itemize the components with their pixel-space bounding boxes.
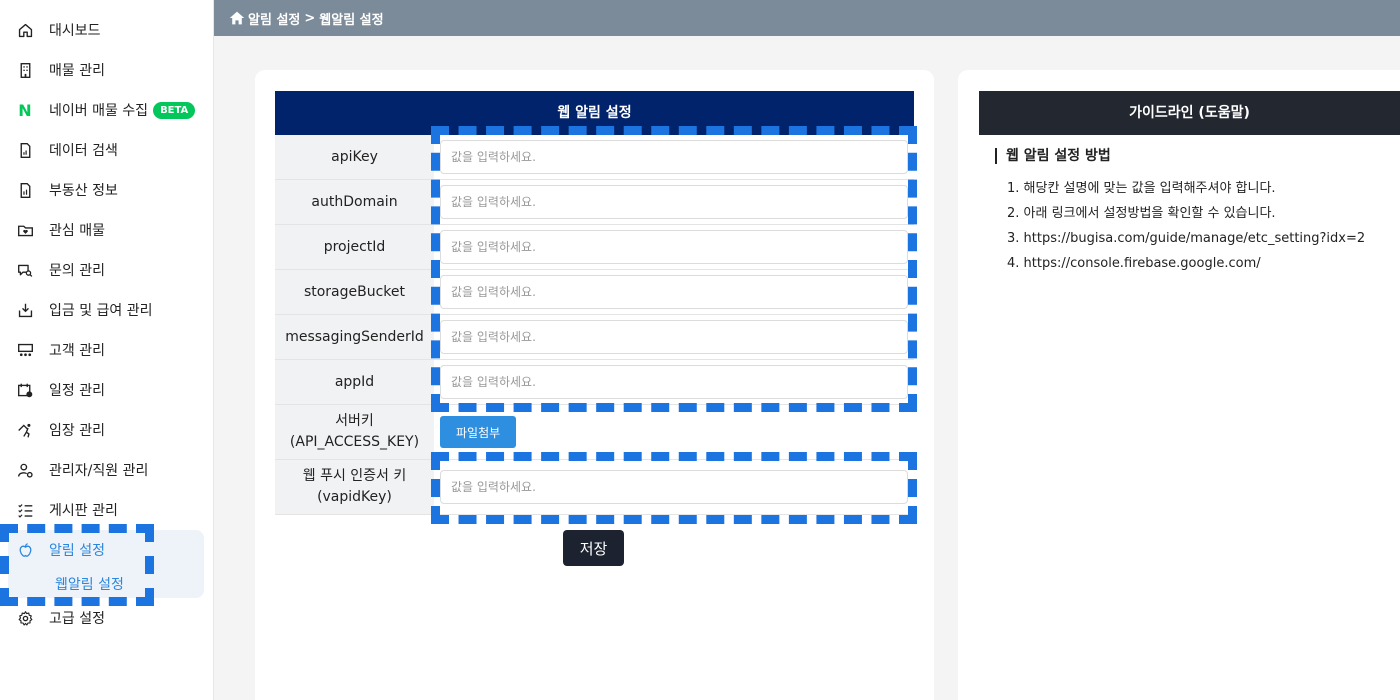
- sidebar-item-label: 문의 관리: [49, 263, 105, 279]
- authdomain-input[interactable]: [440, 185, 908, 219]
- field-label: projectId: [275, 225, 434, 269]
- sidebar-item-notifications[interactable]: 알림 설정: [0, 530, 214, 570]
- attach-file-button[interactable]: 파일첨부: [440, 416, 517, 448]
- document-info-icon: [16, 181, 34, 199]
- deposit-icon: [16, 301, 34, 319]
- vapid-key-sublabel: (vapidKey): [317, 489, 392, 505]
- sidebar-item-label: 입금 및 급여 관리: [49, 303, 153, 319]
- user-gear-icon: [16, 461, 34, 479]
- apikey-input[interactable]: [440, 140, 908, 174]
- server-key-sublabel: (API_ACCESS_KEY): [289, 434, 420, 450]
- naver-n-icon: N: [18, 100, 32, 120]
- breadcrumb-current: 웹알림 설정: [319, 12, 384, 28]
- sidebar-item-label: 대시보드: [49, 23, 101, 39]
- home-icon[interactable]: [229, 10, 245, 26]
- appid-input[interactable]: [440, 365, 908, 399]
- sidebar-item-label: 매물 관리: [49, 63, 105, 79]
- sidebar-item-label: 임장 관리: [49, 423, 105, 439]
- chat-search-icon: [16, 261, 34, 279]
- form-row-projectid: projectId: [275, 225, 914, 270]
- field-label: 서버키 (API_ACCESS_KEY): [275, 405, 434, 459]
- form-row-apikey: apiKey: [275, 135, 914, 180]
- breadcrumb-separator: >: [304, 10, 316, 26]
- calendar-clock-icon: [16, 381, 34, 399]
- sidebar-item-favorites[interactable]: 관심 매물: [0, 210, 214, 250]
- sidebar-item-label: 관리자/직원 관리: [49, 463, 149, 479]
- sidebar-item-data-search[interactable]: 데이터 검색: [0, 130, 214, 170]
- field-label: messagingSenderId: [275, 315, 434, 359]
- sidebar-item-label: 알림 설정: [49, 543, 105, 559]
- sidebar-item-label: 부동산 정보: [49, 183, 118, 199]
- breadcrumb-root[interactable]: 알림 설정: [248, 9, 300, 28]
- home-icon: [16, 21, 34, 39]
- document-chart-icon: [16, 141, 34, 159]
- checklist-icon: [16, 501, 34, 519]
- customers-icon: [16, 341, 34, 359]
- web-notification-form: 웹 알림 설정 apiKey authDomain projectId stor…: [275, 91, 914, 515]
- field-label: apiKey: [275, 135, 434, 179]
- gear-icon: [16, 609, 34, 627]
- form-title: 웹 알림 설정: [275, 91, 914, 135]
- heart-folder-icon: [16, 221, 34, 239]
- sidebar-item-customers[interactable]: 고객 관리: [0, 330, 214, 370]
- form-row-server-key: 서버키 (API_ACCESS_KEY) 파일첨부: [275, 405, 914, 460]
- projectid-input[interactable]: [440, 230, 908, 264]
- sidebar-item-dashboard[interactable]: 대시보드: [0, 10, 214, 50]
- field-label: 웹 푸시 인증서 키 (vapidKey): [275, 460, 434, 514]
- breadcrumb: 알림 설정 > 웹알림 설정: [214, 0, 1400, 36]
- sidebar-item-field-visits[interactable]: 임장 관리: [0, 410, 214, 450]
- messagingsenderid-input[interactable]: [440, 320, 908, 354]
- sidebar-item-naver-collect[interactable]: N 네이버 매물 수집 BETA: [0, 90, 214, 130]
- sidebar-item-staff[interactable]: 관리자/직원 관리: [0, 450, 214, 490]
- form-row-authdomain: authDomain: [275, 180, 914, 225]
- sidebar-item-schedule[interactable]: 일정 관리: [0, 370, 214, 410]
- form-row-storagebucket: storageBucket: [275, 270, 914, 315]
- guide-line[interactable]: 4. https://console.firebase.google.com/: [1007, 251, 1365, 276]
- sidebar-item-inquiries[interactable]: 문의 관리: [0, 250, 214, 290]
- guide-line: 2. 아래 링크에서 설정방법을 확인할 수 있습니다.: [1007, 206, 1276, 221]
- field-label: authDomain: [275, 180, 434, 224]
- guide-line: 1. 해당칸 설명에 맞는 값을 입력해주셔야 합니다.: [1007, 181, 1276, 196]
- sidebar-item-label: 데이터 검색: [49, 143, 118, 159]
- sidebar-item-label: 게시판 관리: [49, 503, 118, 519]
- field-label: appId: [275, 360, 434, 404]
- vapid-key-input[interactable]: [440, 470, 908, 504]
- sidebar-item-payments[interactable]: 입금 및 급여 관리: [0, 290, 214, 330]
- building-icon: [16, 61, 34, 79]
- save-button[interactable]: 저장: [563, 530, 624, 566]
- sidebar-item-advanced[interactable]: 고급 설정: [0, 598, 214, 638]
- apple-icon: [16, 541, 34, 559]
- server-key-label: 서버키: [335, 413, 374, 429]
- guide-line[interactable]: 3. https://bugisa.com/guide/manage/etc_s…: [1007, 226, 1365, 251]
- sidebar-item-label: 고급 설정: [49, 611, 105, 627]
- form-row-appid: appId: [275, 360, 914, 405]
- field-label: storageBucket: [275, 270, 434, 314]
- sidebar: 대시보드 매물 관리 N 네이버 매물 수집 BETA 데이터 검색 부동산 정…: [0, 0, 214, 700]
- form-row-vapid-key: 웹 푸시 인증서 키 (vapidKey): [275, 460, 914, 515]
- sidebar-subitem-web-notifications[interactable]: 웹알림 설정: [55, 574, 124, 594]
- guide-header: 가이드라인 (도움말): [979, 91, 1400, 135]
- sidebar-item-label: 일정 관리: [49, 383, 105, 399]
- storagebucket-input[interactable]: [440, 275, 908, 309]
- guide-title: 웹 알림 설정 방법: [995, 148, 1111, 164]
- guide-list: 1. 해당칸 설명에 맞는 값을 입력해주셔야 합니다. 2. 아래 링크에서 …: [1007, 176, 1365, 276]
- sidebar-item-listings[interactable]: 매물 관리: [0, 50, 214, 90]
- sidebar-item-real-estate-info[interactable]: 부동산 정보: [0, 170, 214, 210]
- field-visit-icon: [16, 421, 34, 439]
- vapid-key-label: 웹 푸시 인증서 키: [302, 468, 407, 484]
- sidebar-item-label: 네이버 매물 수집: [49, 103, 149, 119]
- sidebar-item-label: 고객 관리: [49, 343, 105, 359]
- sidebar-item-board[interactable]: 게시판 관리: [0, 490, 214, 530]
- form-row-messagingsenderid: messagingSenderId: [275, 315, 914, 360]
- beta-badge: BETA: [153, 101, 196, 119]
- guide-card: [958, 70, 1400, 700]
- sidebar-item-label: 관심 매물: [49, 223, 105, 239]
